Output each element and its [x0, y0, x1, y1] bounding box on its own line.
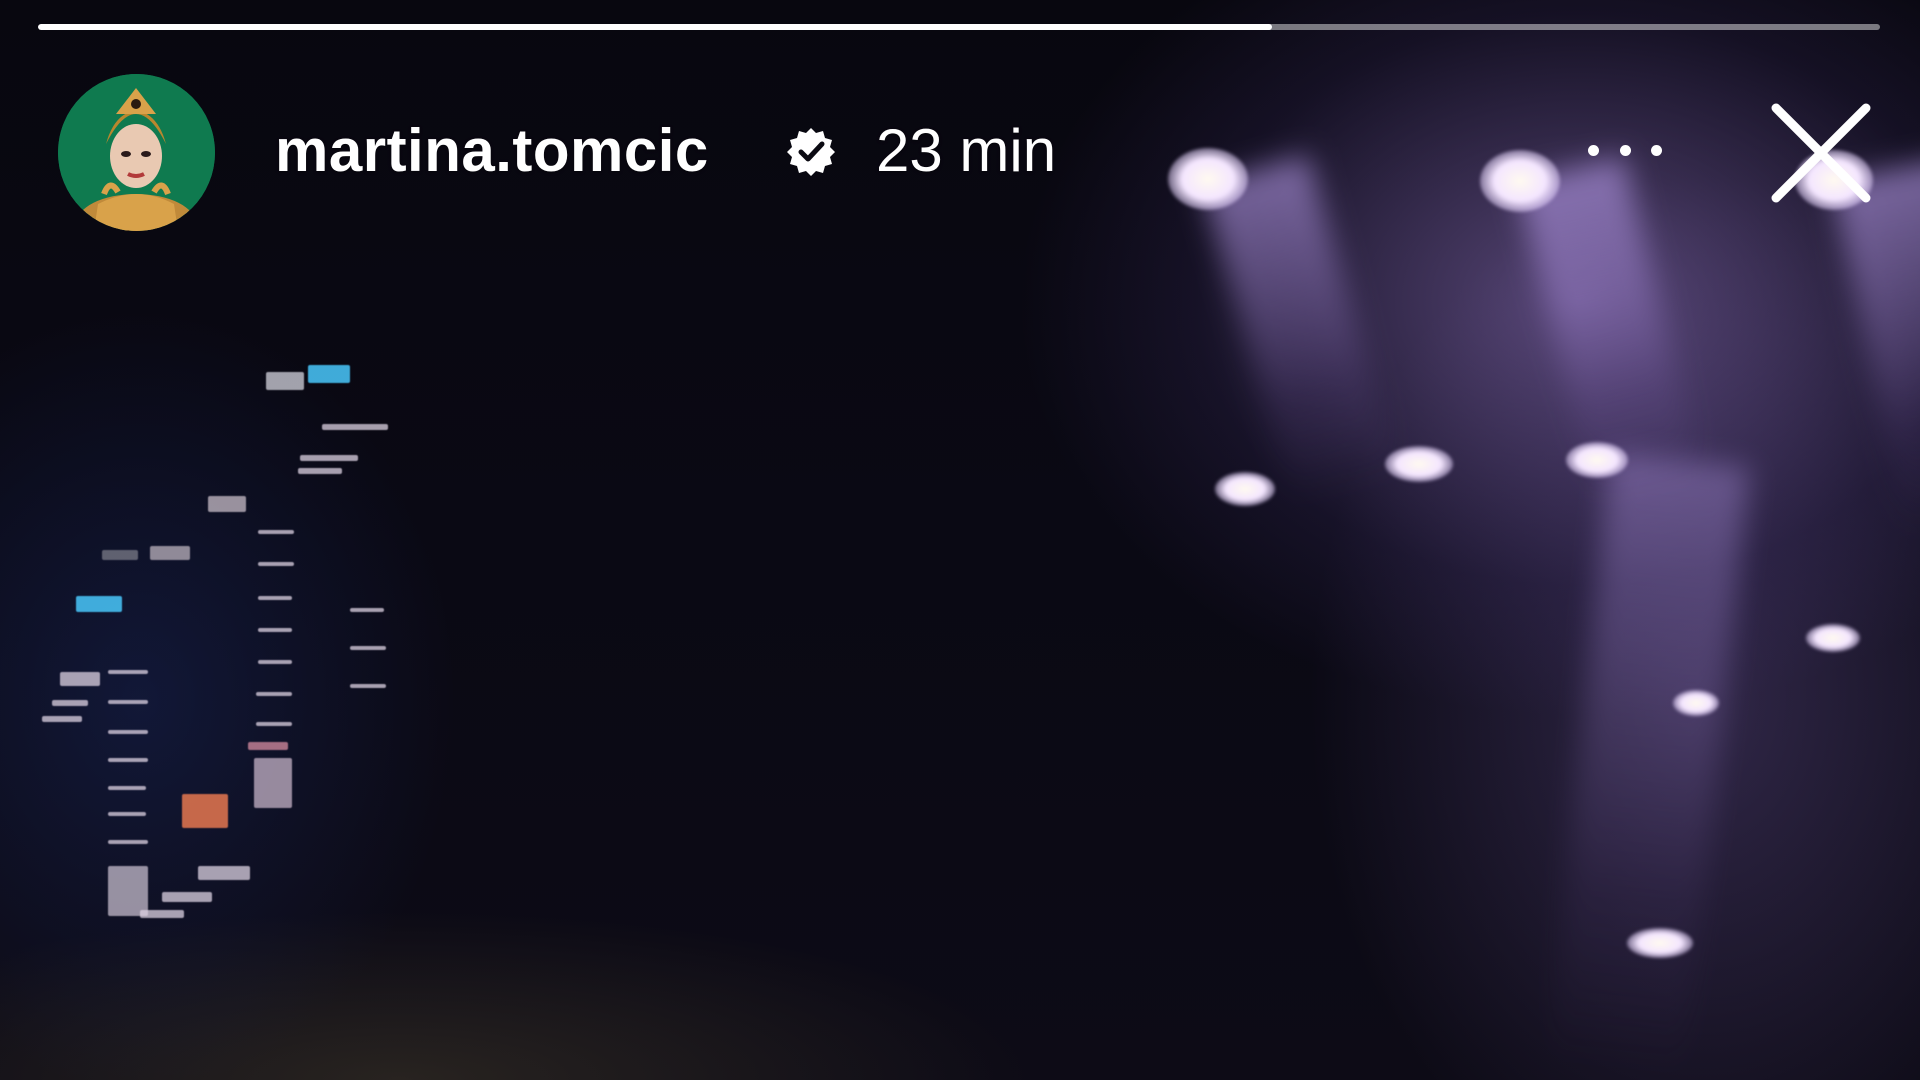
- more-horizontal-icon: [1588, 144, 1599, 156]
- verified-badge-icon: [787, 128, 835, 176]
- avatar[interactable]: [58, 74, 215, 231]
- close-icon[interactable]: [1768, 100, 1874, 206]
- story-timestamp: 23 min: [876, 117, 1057, 184]
- username[interactable]: martina.tomcic: [275, 116, 709, 185]
- more-options-button[interactable]: [1580, 130, 1670, 170]
- story-progress-bar: [38, 24, 1880, 30]
- story-progress-fill: [38, 24, 1273, 30]
- story-header: martina.tomcic 23 min: [0, 70, 1920, 231]
- story-viewer[interactable]: martina.tomcic 23 min: [0, 0, 1920, 1080]
